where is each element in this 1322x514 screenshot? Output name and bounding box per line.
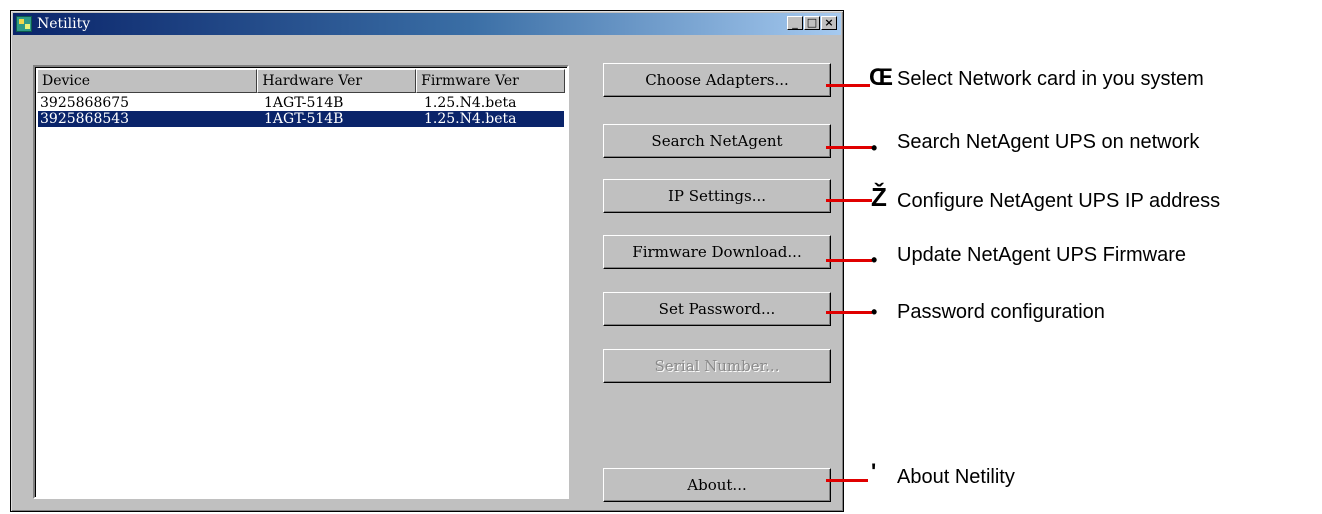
firmware-ver-cell: 1.25.N4.beta xyxy=(424,95,517,111)
firmware-download-button[interactable]: Firmware Download... xyxy=(603,235,831,269)
minimize-button[interactable]: _ xyxy=(787,16,803,30)
annotation-connector-3 xyxy=(826,199,872,202)
column-header-device[interactable]: Device xyxy=(37,69,258,93)
serial-number-button: Serial Number... xyxy=(603,349,831,383)
about-button[interactable]: About... xyxy=(603,468,831,502)
choose-adapters-button[interactable]: Choose Adapters... xyxy=(603,63,831,97)
device-cell: 3925868675 xyxy=(40,95,130,111)
annotation-text-password-config: Password configuration xyxy=(897,301,1105,323)
column-header-firmware-ver[interactable]: Firmware Ver xyxy=(416,69,565,93)
ip-settings-button[interactable]: IP Settings... xyxy=(603,179,831,213)
annotation-marker-6: ' xyxy=(871,459,877,484)
netility-window: Netility _ □ × Device Hardware Ver Firmw… xyxy=(10,10,844,512)
annotation-connector-5 xyxy=(826,311,872,314)
annotation-marker-2: • xyxy=(871,138,878,158)
annotation-connector-2 xyxy=(826,146,872,149)
device-list[interactable]: Device Hardware Ver Firmware Ver 3925868… xyxy=(33,65,569,499)
annotation-text-configure-ip: Configure NetAgent UPS IP address xyxy=(897,190,1221,212)
device-row-selected[interactable]: 3925868543 1AGT-514B 1.25.N4.beta xyxy=(38,111,564,127)
annotation-marker-5: • xyxy=(871,302,878,322)
firmware-ver-cell: 1.25.N4.beta xyxy=(424,111,517,127)
hardware-ver-cell: 1AGT-514B xyxy=(264,111,344,127)
set-password-button[interactable]: Set Password... xyxy=(603,292,831,326)
annotation-connector-1 xyxy=(826,84,870,87)
close-button[interactable]: × xyxy=(821,16,837,30)
annotation-text-select-network-card: Select Network card in you system xyxy=(897,68,1204,90)
hardware-ver-cell: 1AGT-514B xyxy=(264,95,344,111)
window-title: Netility xyxy=(37,16,91,32)
annotation-connector-4 xyxy=(826,259,872,262)
netility-app-icon xyxy=(16,16,32,32)
annotation-text-search-netagent: Search NetAgent UPS on network xyxy=(897,131,1200,153)
maximize-button[interactable]: □ xyxy=(804,16,820,30)
annotation-text-update-firmware: Update NetAgent UPS Firmware xyxy=(897,244,1187,266)
title-bar[interactable]: Netility _ □ × xyxy=(13,13,841,35)
annotation-marker-4: • xyxy=(871,250,878,270)
list-header: Device Hardware Ver Firmware Ver xyxy=(37,69,565,93)
device-row[interactable]: 3925868675 1AGT-514B 1.25.N4.beta xyxy=(38,95,564,111)
device-cell: 3925868543 xyxy=(40,111,130,127)
annotation-text-about-netility: About Netility xyxy=(897,466,1015,488)
search-netagent-button[interactable]: Search NetAgent xyxy=(603,124,831,158)
annotation-marker-3: Ž xyxy=(871,182,887,212)
column-header-hardware-ver[interactable]: Hardware Ver xyxy=(257,69,417,93)
annotation-marker-1: Œ xyxy=(869,64,893,91)
annotation-connector-6 xyxy=(826,479,868,482)
